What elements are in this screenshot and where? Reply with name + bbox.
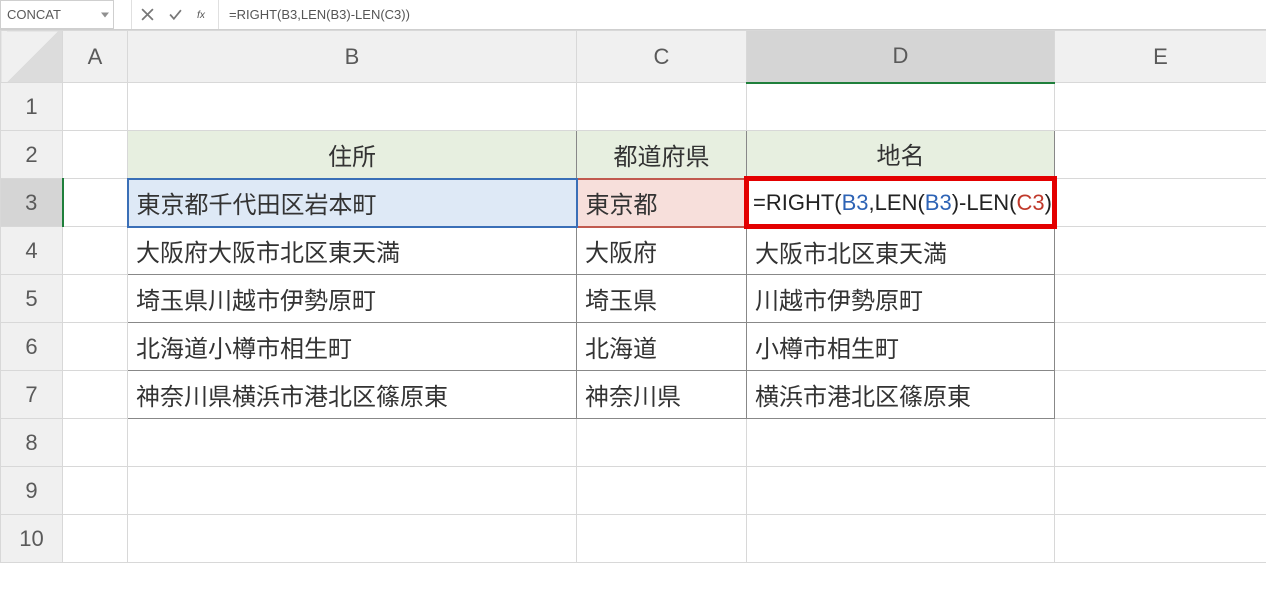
cancel-icon[interactable] — [140, 8, 154, 22]
row-header-8[interactable]: 8 — [1, 419, 63, 467]
formula-bar: CONCAT fx =RIGHT(B3,LEN(B3)-LEN(C3)) — [0, 0, 1266, 30]
cell-D8[interactable] — [747, 419, 1055, 467]
cell-C5[interactable]: 埼玉県 — [577, 275, 747, 323]
row-header-7[interactable]: 7 — [1, 371, 63, 419]
cell-D1[interactable] — [747, 83, 1055, 131]
cell-E7[interactable] — [1055, 371, 1266, 419]
cell-B9[interactable] — [128, 467, 577, 515]
row-header-3[interactable]: 3 — [1, 179, 63, 227]
grid-row: 2 住所 都道府県 地名 — [1, 131, 1266, 179]
cell-A10[interactable] — [63, 515, 128, 563]
col-header-E[interactable]: E — [1055, 31, 1266, 83]
formula-text: =RIGHT(B3,LEN(B3)-LEN(C3)) — [229, 7, 410, 22]
cell-A5[interactable] — [63, 275, 128, 323]
formula-tok: ,LEN( — [869, 190, 925, 215]
cell-E10[interactable] — [1055, 515, 1266, 563]
cell-B7[interactable]: 神奈川県横浜市港北区篠原東 — [128, 371, 577, 419]
cell-B5[interactable]: 埼玉県川越市伊勢原町 — [128, 275, 577, 323]
grid-row: 10 — [1, 515, 1266, 563]
grid-row: 4 大阪府大阪市北区東天満 大阪府 大阪市北区東天満 — [1, 227, 1266, 275]
enter-icon[interactable] — [168, 8, 182, 22]
cell-D4[interactable]: 大阪市北区東天満 — [747, 227, 1055, 275]
formula-tok: )) — [1045, 190, 1055, 215]
select-all-corner[interactable] — [1, 31, 63, 83]
cell-E5[interactable] — [1055, 275, 1266, 323]
cell-C4[interactable]: 大阪府 — [577, 227, 747, 275]
cell-D2[interactable]: 地名 — [747, 131, 1055, 179]
cell-C10[interactable] — [577, 515, 747, 563]
row-header-10[interactable]: 10 — [1, 515, 63, 563]
grid-row: 1 — [1, 83, 1266, 131]
grid-row: 6 北海道小樽市相生町 北海道 小樽市相生町 — [1, 323, 1266, 371]
formula-tok: B3 — [842, 190, 869, 215]
formula-tok: )-LEN( — [952, 190, 1017, 215]
grid-row: 8 — [1, 419, 1266, 467]
cell-D9[interactable] — [747, 467, 1055, 515]
row-header-9[interactable]: 9 — [1, 467, 63, 515]
svg-text:fx: fx — [197, 10, 206, 21]
name-box-text: CONCAT — [7, 7, 61, 22]
formula-tok: =RIGHT( — [753, 190, 842, 215]
grid-row: 5 埼玉県川越市伊勢原町 埼玉県 川越市伊勢原町 — [1, 275, 1266, 323]
col-header-B[interactable]: B — [128, 31, 577, 83]
cell-D6[interactable]: 小樽市相生町 — [747, 323, 1055, 371]
col-header-C[interactable]: C — [577, 31, 747, 83]
chevron-down-icon[interactable] — [101, 12, 109, 17]
cell-E1[interactable] — [1055, 83, 1266, 131]
cell-E4[interactable] — [1055, 227, 1266, 275]
cell-D10[interactable] — [747, 515, 1055, 563]
formula-tok: C3 — [1017, 190, 1045, 215]
cell-B1[interactable] — [128, 83, 577, 131]
row-header-5[interactable]: 5 — [1, 275, 63, 323]
cell-A4[interactable] — [63, 227, 128, 275]
col-header-A[interactable]: A — [63, 31, 128, 83]
row-header-6[interactable]: 6 — [1, 323, 63, 371]
cell-E8[interactable] — [1055, 419, 1266, 467]
cell-D3-active[interactable]: =RIGHT(B3,LEN(B3)-LEN(C3)) — [747, 179, 1055, 227]
cell-E6[interactable] — [1055, 323, 1266, 371]
cell-A1[interactable] — [63, 83, 128, 131]
cell-A9[interactable] — [63, 467, 128, 515]
cell-B4[interactable]: 大阪府大阪市北区東天満 — [128, 227, 577, 275]
cell-A6[interactable] — [63, 323, 128, 371]
col-header-D[interactable]: D — [747, 31, 1055, 83]
cell-A8[interactable] — [63, 419, 128, 467]
cell-B2[interactable]: 住所 — [128, 131, 577, 179]
cell-B10[interactable] — [128, 515, 577, 563]
cell-C9[interactable] — [577, 467, 747, 515]
fx-icon[interactable]: fx — [196, 8, 210, 22]
cell-A7[interactable] — [63, 371, 128, 419]
cell-A2[interactable] — [63, 131, 128, 179]
row-header-4[interactable]: 4 — [1, 227, 63, 275]
grid-table: A B C D E 1 2 住所 都道府県 地名 3 東京都千代田区岩本町 東京… — [0, 30, 1266, 563]
cell-E3[interactable] — [1055, 179, 1266, 227]
cell-C2[interactable]: 都道府県 — [577, 131, 747, 179]
cell-C1[interactable] — [577, 83, 747, 131]
grid-row: 9 — [1, 467, 1266, 515]
row-header-1[interactable]: 1 — [1, 83, 63, 131]
formula-bar-gap — [114, 0, 132, 29]
cell-B3[interactable]: 東京都千代田区岩本町 — [128, 179, 577, 227]
row-header-2[interactable]: 2 — [1, 131, 63, 179]
formula-input[interactable]: =RIGHT(B3,LEN(B3)-LEN(C3)) — [219, 0, 1266, 29]
cell-D7[interactable]: 横浜市港北区篠原東 — [747, 371, 1055, 419]
cell-A3[interactable] — [63, 179, 128, 227]
grid-row: 7 神奈川県横浜市港北区篠原東 神奈川県 横浜市港北区篠原東 — [1, 371, 1266, 419]
cell-C3[interactable]: 東京都 — [577, 179, 747, 227]
cell-B6[interactable]: 北海道小樽市相生町 — [128, 323, 577, 371]
formula-bar-buttons: fx — [132, 0, 219, 29]
cell-D5[interactable]: 川越市伊勢原町 — [747, 275, 1055, 323]
name-box[interactable]: CONCAT — [0, 0, 114, 29]
formula-tok: B3 — [925, 190, 952, 215]
cell-E2[interactable] — [1055, 131, 1266, 179]
grid-row: 3 東京都千代田区岩本町 東京都 =RIGHT(B3,LEN(B3)-LEN(C… — [1, 179, 1266, 227]
cell-B8[interactable] — [128, 419, 577, 467]
cell-C7[interactable]: 神奈川県 — [577, 371, 747, 419]
cell-C6[interactable]: 北海道 — [577, 323, 747, 371]
column-header-row: A B C D E — [1, 31, 1266, 83]
cell-E9[interactable] — [1055, 467, 1266, 515]
cell-C8[interactable] — [577, 419, 747, 467]
spreadsheet-grid: A B C D E 1 2 住所 都道府県 地名 3 東京都千代田区岩本町 東京… — [0, 30, 1266, 563]
